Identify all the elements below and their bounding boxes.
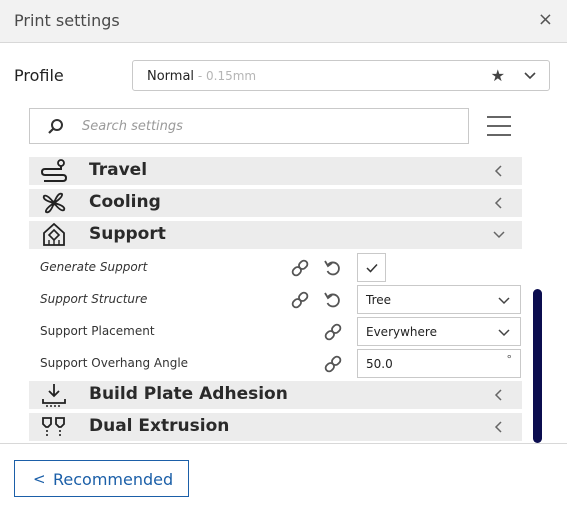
link-icon[interactable]: [323, 354, 343, 374]
chevron-left-icon: [494, 197, 502, 209]
setting-label-support-placement: Support Placement: [40, 324, 155, 338]
profile-name: Normal - 0.15mm: [147, 69, 257, 84]
category-label: Cooling: [89, 192, 161, 212]
chevron-left-icon: [494, 421, 502, 433]
window-title: Print settings: [14, 11, 120, 30]
reset-icon[interactable]: [323, 290, 343, 310]
hamburger-line: [487, 134, 511, 136]
search-box[interactable]: Search settings: [29, 108, 469, 144]
category-label: Travel: [89, 160, 148, 180]
profile-dropdown[interactable]: Normal - 0.15mm ★: [132, 60, 550, 91]
category-label: Support: [89, 224, 166, 244]
support-structure-dropdown[interactable]: Tree: [357, 285, 521, 314]
category-support[interactable]: Support: [29, 221, 522, 249]
hamburger-line: [487, 116, 511, 118]
fan-icon: [42, 192, 66, 214]
chevron-left-icon: [494, 165, 502, 177]
setting-label-support-overhang-angle: Support Overhang Angle: [40, 356, 189, 370]
chevron-left-icon: <: [33, 470, 46, 488]
profile-detail: - 0.15mm: [194, 69, 257, 83]
chevron-down-icon: [493, 231, 505, 239]
input-value: 50.0: [366, 357, 393, 371]
support-placement-dropdown[interactable]: Everywhere: [357, 317, 521, 346]
settings-menu-button[interactable]: [487, 113, 511, 139]
link-icon[interactable]: [290, 258, 310, 278]
settings-scrollbar[interactable]: [533, 289, 542, 443]
star-icon[interactable]: ★: [491, 66, 505, 85]
close-icon[interactable]: ×: [538, 9, 553, 30]
chevron-down-icon: [498, 329, 510, 337]
reset-icon[interactable]: [323, 258, 343, 278]
chevron-down-icon: [524, 72, 536, 80]
category-cooling[interactable]: Cooling: [29, 189, 522, 217]
link-icon[interactable]: [323, 322, 343, 342]
search-input[interactable]: Search settings: [82, 119, 183, 134]
category-label: Dual Extrusion: [89, 416, 230, 436]
chevron-left-icon: [494, 389, 502, 401]
chevron-down-icon: [498, 297, 510, 305]
profile-label: Profile: [14, 66, 64, 85]
category-label: Build Plate Adhesion: [89, 384, 288, 404]
recommended-label: Recommended: [53, 470, 174, 489]
category-build-plate-adhesion[interactable]: Build Plate Adhesion: [29, 381, 522, 409]
recommended-button[interactable]: < Recommended: [14, 460, 189, 497]
link-icon[interactable]: [290, 290, 310, 310]
dropdown-value: Tree: [366, 293, 392, 307]
footer-divider: [0, 443, 567, 444]
category-dual-extrusion[interactable]: Dual Extrusion: [29, 413, 522, 441]
dropdown-value: Everywhere: [366, 325, 437, 339]
generate-support-checkbox[interactable]: [357, 253, 386, 282]
hamburger-line: [487, 125, 511, 127]
adhesion-icon: [42, 384, 66, 407]
unit-label: °: [506, 353, 513, 366]
support-icon: [43, 223, 65, 246]
checkmark-icon: [366, 263, 378, 273]
category-travel[interactable]: Travel: [29, 157, 522, 185]
support-overhang-angle-input[interactable]: 50.0 °: [357, 349, 521, 378]
setting-label-support-structure: Support Structure: [40, 292, 148, 306]
setting-label-generate-support: Generate Support: [40, 260, 148, 274]
dual-extrusion-icon: [42, 417, 65, 436]
search-icon: [48, 119, 63, 134]
title-bar: Print settings ×: [0, 0, 567, 43]
travel-icon: [41, 159, 67, 182]
